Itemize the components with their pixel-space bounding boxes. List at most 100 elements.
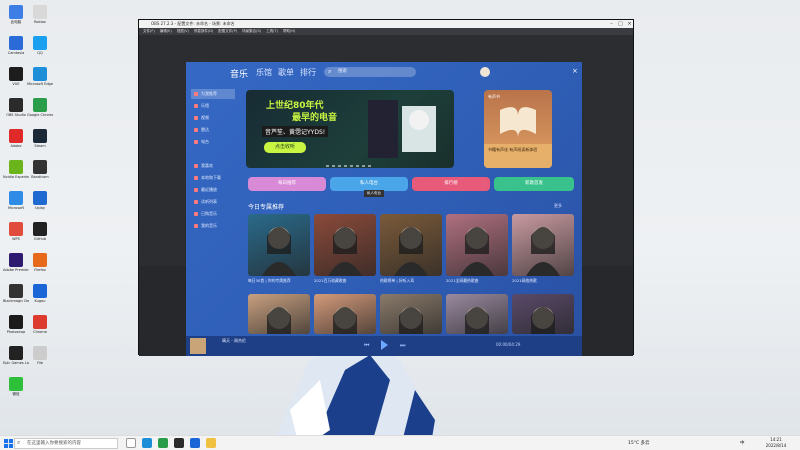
quick-chart[interactable]: 排行榜 [412, 177, 490, 191]
hero-banner[interactable]: 上世纪80年代 最早的电音 音芦笙、黄霑记YYDS! 点击收听 [246, 90, 454, 168]
sidebar-item[interactable]: 乐馆 [191, 101, 235, 111]
desktop-icon[interactable]: Bandicam [27, 159, 53, 189]
minimize-icon[interactable]: – [607, 20, 616, 28]
playlist-card-title[interactable]: 2021网络热歌 [512, 278, 574, 284]
desktop-icon[interactable]: WPS [3, 221, 29, 251]
maximize-icon[interactable]: □ [616, 20, 625, 28]
obs-icon[interactable] [174, 438, 184, 448]
obs-menu-item[interactable]: 编辑(E) [160, 29, 172, 33]
desktop-icon[interactable]: 微信 [3, 376, 29, 406]
desktop-icon[interactable]: 此电脑 [3, 4, 29, 34]
chrome-icon[interactable] [158, 438, 168, 448]
sidebar-item[interactable]: 本地和下载 [191, 173, 235, 183]
obs-menu-item[interactable]: 帮助(H) [283, 29, 295, 33]
weather[interactable]: 15°C 多云 [628, 438, 650, 449]
music-brand[interactable]: 音乐 [230, 67, 248, 80]
sidebar-item[interactable]: 已购音乐 [191, 209, 235, 219]
folder-icon[interactable] [206, 438, 216, 448]
playlist-card[interactable] [446, 214, 508, 276]
obs-menu-item[interactable]: 工具(T) [266, 29, 278, 33]
playlist-card[interactable] [512, 294, 574, 334]
clock[interactable]: 14:21 2022/8/14 [756, 437, 796, 449]
sidebar-item[interactable]: 试听列表 [191, 197, 235, 207]
desktop-icon[interactable]: Steam [27, 128, 53, 158]
desktop-icon[interactable]: Nvidia Experience [3, 159, 29, 189]
playlist-card[interactable] [314, 214, 376, 276]
playlist-card[interactable] [380, 214, 442, 276]
music-app-window[interactable]: 音乐 乐馆 歌单 排行 搜索 ⌕ × 为我推荐 乐馆 视频 雷达 电台 我喜欢 本地和下载最… [186, 62, 582, 356]
desktop-icon[interactable]: Camtasia [3, 35, 29, 65]
obs-titlebar[interactable]: OBS 27.2.3 - 配置文件: 未命名 - 场景: 未命名 – □ × [139, 20, 633, 28]
sidebar-item[interactable]: 雷达 [191, 125, 235, 135]
desktop-icon[interactable]: Microsoft Edge [27, 66, 53, 96]
audiobook-promo[interactable]: 有声书 书籍有声化 有声阅读新体验 [484, 90, 552, 168]
playlist-card[interactable] [314, 294, 376, 334]
obs-menu-item[interactable]: 场景集合(S) [242, 29, 261, 33]
obs-menu-item[interactable]: 配置文件(P) [218, 29, 237, 33]
next-icon[interactable]: ⏭ [400, 342, 405, 350]
desktop-icon[interactable]: Chrome [27, 314, 53, 344]
desktop-icon[interactable]: Firefox [27, 252, 53, 282]
tab-nav-2[interactable]: 排行 [300, 67, 316, 78]
quick-radio[interactable]: 私人电台 [330, 177, 408, 191]
taskbar-search[interactable]: 在这里输入你要搜索的内容 [14, 438, 118, 449]
playlist-card[interactable] [248, 294, 310, 334]
desktop-icon[interactable]: Microsoft [3, 190, 29, 220]
search-input[interactable]: 搜索 [324, 67, 416, 77]
desktop-icon-label: Adobe [10, 144, 22, 148]
play-icon[interactable] [381, 340, 388, 350]
obs-menu-item[interactable]: 停靠部件(D) [194, 29, 213, 33]
sidebar-item[interactable]: 我的音乐 [191, 221, 235, 231]
desktop-icon[interactable]: OBS Studio [3, 97, 29, 127]
ime-indicator[interactable]: 中 [740, 438, 745, 449]
app-icon [9, 346, 23, 360]
edge-icon[interactable] [142, 438, 152, 448]
desktop-icon[interactable]: Photoshop [3, 314, 29, 344]
playlist-card-title[interactable]: 2021百万收藏歌曲 [314, 278, 376, 284]
album-cover[interactable] [190, 338, 206, 354]
desktop-icon[interactable]: Adobe Premiere [3, 252, 29, 282]
sidebar-item[interactable]: 电台 [191, 137, 235, 147]
desktop-icon[interactable]: Adobe [3, 128, 29, 158]
windows-start-icon[interactable] [4, 439, 13, 448]
desktop-icon[interactable]: Blackmagic Design [3, 283, 29, 313]
more-link[interactable]: 更多 [554, 203, 562, 209]
tab-nav-0[interactable]: 乐馆 [256, 67, 272, 78]
obs-menu-item[interactable]: 文件(F) [143, 29, 155, 33]
playlist-card[interactable] [248, 214, 310, 276]
desktop-icon[interactable]: Uplay [27, 190, 53, 220]
sidebar-item[interactable]: 最近播放 [191, 185, 235, 195]
avatar[interactable] [480, 67, 490, 77]
playlist-card[interactable] [446, 294, 508, 334]
sidebar-item[interactable]: 视频 [191, 113, 235, 123]
desktop-icon[interactable]: Google Chrome [27, 97, 53, 127]
quick-daily[interactable]: 每日推荐 [248, 177, 326, 191]
desktop-icon-label: Kugou [34, 299, 46, 303]
kugou-icon[interactable] [190, 438, 200, 448]
app-icon [9, 253, 23, 267]
quick-new[interactable]: 新歌首发 [494, 177, 574, 191]
banner-dots[interactable] [326, 162, 386, 167]
playlist-card[interactable] [380, 294, 442, 334]
desktop-icon[interactable]: QQ [27, 35, 53, 65]
sidebar-item[interactable]: 为我推荐 [191, 89, 235, 99]
desktop-icon[interactable]: GitHub [27, 221, 53, 251]
playlist-card-title[interactable]: 热歌榜单 | 好听入耳 [380, 278, 442, 284]
playlist-card-title[interactable]: 每日30首 | 你的专属推荐 [248, 278, 310, 284]
desktop-icon[interactable]: Kugou [27, 283, 53, 313]
playlist-card-title[interactable]: 2021全网最热歌曲 [446, 278, 508, 284]
task-view-icon[interactable] [126, 438, 136, 448]
obs-menu-item[interactable]: 视图(V) [177, 29, 189, 33]
banner-listen-button[interactable]: 点击收听 [264, 142, 306, 153]
desktop-icon[interactable]: Epic Games Launcher [3, 345, 29, 375]
desktop-icon[interactable]: VUE [3, 66, 29, 96]
close-icon[interactable]: × [572, 67, 578, 75]
sidebar-item-label: 电台 [201, 139, 209, 144]
desktop-icon[interactable]: File [27, 345, 53, 375]
prev-icon[interactable]: ⏮ [364, 342, 369, 350]
tab-nav-1[interactable]: 歌单 [278, 67, 294, 78]
sidebar-item[interactable]: 我喜欢 [191, 161, 235, 171]
close-icon[interactable]: × [625, 20, 634, 28]
desktop-icon[interactable]: Roblox [27, 4, 53, 34]
playlist-card[interactable] [512, 214, 574, 276]
